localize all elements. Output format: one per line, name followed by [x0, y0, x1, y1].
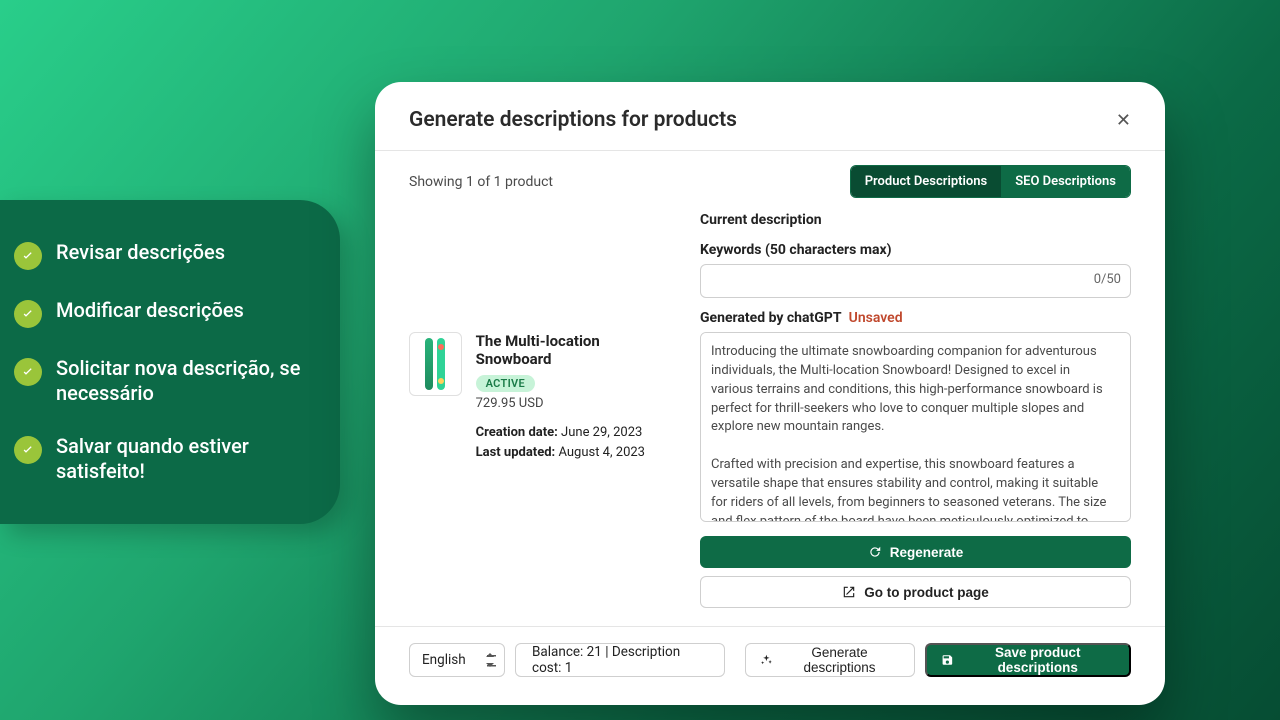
- modal-title: Generate descriptions for products: [409, 108, 737, 132]
- check-icon: [14, 242, 42, 270]
- feature-item: Revisar descrições: [14, 240, 312, 270]
- feature-text: Salvar quando estiver satisfeito!: [56, 434, 312, 484]
- last-updated-label: Last updated:: [476, 445, 556, 460]
- go-to-product-label: Go to product page: [864, 585, 989, 600]
- close-icon[interactable]: ✕: [1116, 110, 1131, 131]
- generate-modal: Generate descriptions for products ✕ Sho…: [375, 82, 1165, 705]
- tab-seo-descriptions[interactable]: SEO Descriptions: [1001, 166, 1130, 197]
- external-link-icon: [842, 585, 856, 599]
- language-value: English: [422, 652, 466, 668]
- divider: [375, 626, 1165, 627]
- check-icon: [14, 436, 42, 464]
- generated-header: Generated by chatGPT Unsaved: [700, 310, 1131, 326]
- product-price: 729.95 USD: [476, 396, 674, 411]
- save-icon: [941, 653, 954, 667]
- keywords-input[interactable]: [700, 264, 1131, 298]
- modal-footer: English Balance: 21 | Description cost: …: [409, 643, 1131, 677]
- product-meta: Creation date: June 29, 2023 Last update…: [476, 423, 674, 462]
- generate-descriptions-label: Generate descriptions: [779, 645, 899, 675]
- sparkle-icon: [760, 653, 773, 667]
- generated-text[interactable]: [700, 332, 1131, 522]
- feature-panel: Revisar descrições Modificar descrições …: [0, 200, 340, 524]
- feature-text: Solicitar nova descrição, se necessário: [56, 356, 312, 406]
- check-icon: [14, 300, 42, 328]
- feature-item: Solicitar nova descrição, se necessário: [14, 356, 312, 406]
- feature-item: Salvar quando estiver satisfeito!: [14, 434, 312, 484]
- current-description-label: Current description: [700, 212, 1131, 228]
- keywords-label: Keywords (50 characters max): [700, 242, 1131, 258]
- divider: [375, 150, 1165, 151]
- save-descriptions-button[interactable]: Save product descriptions: [925, 643, 1131, 677]
- description-column: Current description Keywords (50 charact…: [700, 212, 1131, 608]
- generate-descriptions-button[interactable]: Generate descriptions: [745, 643, 915, 677]
- save-descriptions-label: Save product descriptions: [960, 645, 1115, 675]
- product-title: The Multi-location Snowboard: [476, 332, 674, 368]
- regenerate-label: Regenerate: [890, 545, 964, 560]
- go-to-product-button[interactable]: Go to product page: [700, 576, 1131, 608]
- regenerate-button[interactable]: Regenerate: [700, 536, 1131, 568]
- last-updated-value: August 4, 2023: [558, 445, 645, 460]
- refresh-icon: [868, 545, 882, 559]
- creation-date-label: Creation date:: [476, 425, 558, 440]
- product-thumbnail[interactable]: [409, 332, 462, 396]
- language-select[interactable]: English: [409, 643, 505, 677]
- check-icon: [14, 358, 42, 386]
- unsaved-badge: Unsaved: [849, 310, 903, 326]
- showing-count: Showing 1 of 1 product: [409, 174, 553, 190]
- feature-text: Revisar descrições: [56, 240, 225, 265]
- feature-text: Modificar descrições: [56, 298, 244, 323]
- product-column: The Multi-location Snowboard ACTIVE 729.…: [409, 212, 674, 608]
- creation-date-value: June 29, 2023: [561, 425, 642, 440]
- tab-product-descriptions[interactable]: Product Descriptions: [851, 166, 1002, 197]
- feature-item: Modificar descrições: [14, 298, 312, 328]
- balance-display: Balance: 21 | Description cost: 1: [515, 643, 725, 677]
- keywords-counter: 0/50: [1094, 272, 1121, 287]
- tabs: Product Descriptions SEO Descriptions: [850, 165, 1131, 198]
- status-badge: ACTIVE: [476, 375, 535, 392]
- generated-by-label: Generated by chatGPT: [700, 310, 841, 326]
